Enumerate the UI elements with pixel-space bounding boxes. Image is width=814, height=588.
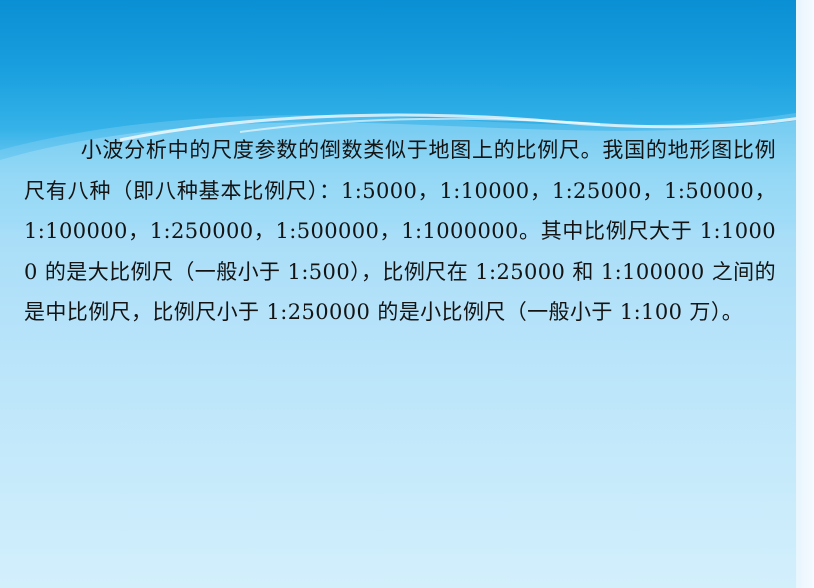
body-paragraph: 小波分析中的尺度参数的倒数类似于地图上的比例尺。我国的地形图比例尺有八种（即八种…	[24, 138, 776, 324]
right-edge-strip	[796, 0, 814, 588]
slide-background: 小波分析中的尺度参数的倒数类似于地图上的比例尺。我国的地形图比例尺有八种（即八种…	[0, 0, 814, 588]
